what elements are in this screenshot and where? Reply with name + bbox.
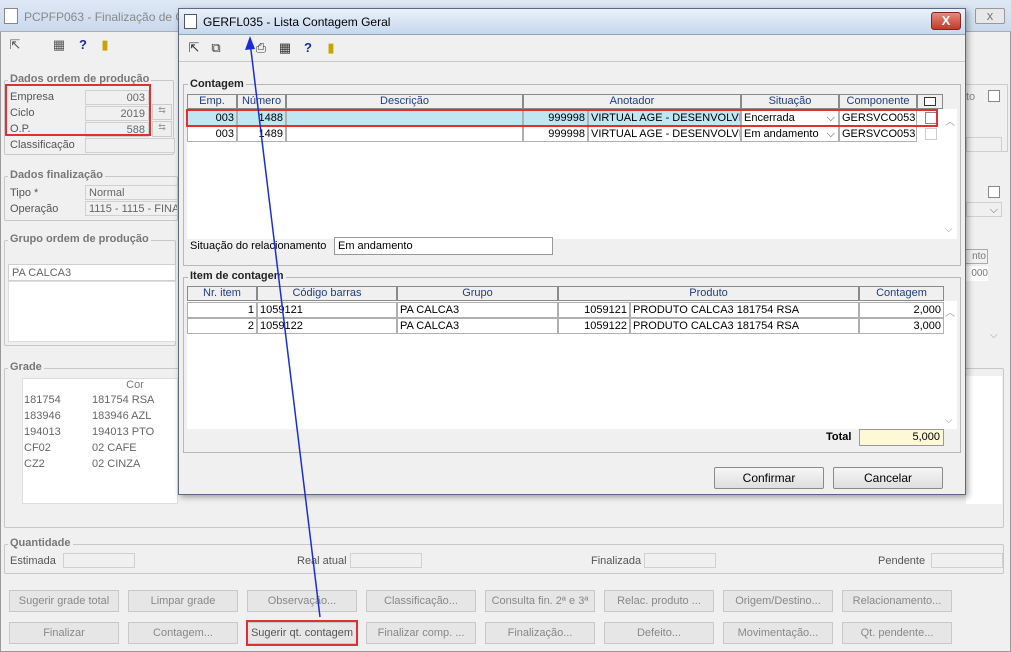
annotation-arrow	[245, 36, 321, 618]
